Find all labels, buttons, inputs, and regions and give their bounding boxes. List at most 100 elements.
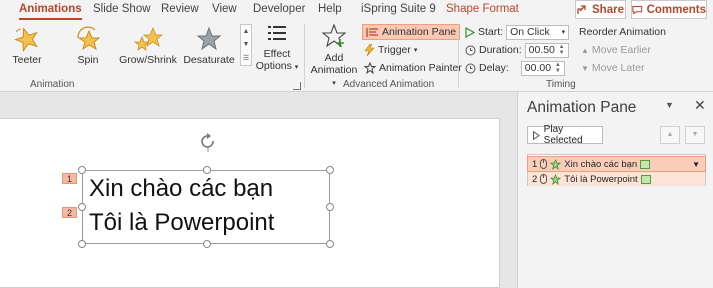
- animation-tag-1[interactable]: 1: [62, 173, 77, 184]
- teeter-star-icon: [14, 27, 38, 52]
- slide-text-line-1[interactable]: Xin chào các bạn: [89, 175, 273, 203]
- tab-view[interactable]: View: [212, 3, 237, 15]
- entrance-star-icon: [550, 173, 562, 185]
- effect-spin-label: Spin: [77, 54, 99, 66]
- effect-grow-shrink-label: Grow/Shrink: [119, 54, 177, 66]
- pane-title: Animation Pane: [527, 99, 637, 116]
- group-label-advanced-animation: Advanced Animation: [343, 79, 435, 90]
- effect-spin[interactable]: Spin: [58, 24, 118, 66]
- text-box[interactable]: Xin chào các bạn Tôi là Powerpoint: [78, 166, 334, 248]
- pane-options-chevron-icon[interactable]: ▼: [665, 100, 674, 110]
- resize-handle[interactable]: [326, 240, 334, 248]
- delay-row: Delay: 00.00 ▲ ▼: [465, 60, 565, 76]
- animation-pane-icon: [366, 27, 378, 37]
- slide-canvas[interactable]: 1 2 Xin chào các bạn Tôi là Powerpoint: [0, 118, 500, 288]
- item-label: Xin chào các bạn: [564, 158, 638, 170]
- rotate-handle-icon[interactable]: [198, 132, 218, 152]
- close-icon[interactable]: ✕: [694, 97, 706, 114]
- comments-button[interactable]: Comments: [631, 0, 707, 19]
- up-arrow-icon: ▲: [666, 131, 674, 138]
- resize-handle[interactable]: [203, 240, 211, 248]
- item-label: Tôi là Powerpoint: [564, 173, 638, 185]
- delay-input[interactable]: 00.00 ▲ ▼: [520, 60, 565, 76]
- animation-painter-label: Animation Painter: [379, 62, 462, 74]
- gallery-down-icon[interactable]: ▼: [243, 41, 250, 48]
- lightning-icon: [364, 44, 375, 56]
- tab-animations[interactable]: Animations: [19, 3, 82, 20]
- animation-list-item[interactable]: 2 Tôi là Powerpoint: [528, 172, 705, 186]
- start-select[interactable]: On Click ▾: [506, 24, 570, 40]
- move-later-button[interactable]: ▼ Move Later: [581, 60, 644, 76]
- animation-tag-2[interactable]: 2: [62, 207, 77, 218]
- chevron-down-icon: ▾: [561, 29, 566, 36]
- animation-pane-toggle[interactable]: Animation Pane: [362, 24, 461, 40]
- play-selected-label: Play Selected: [543, 124, 583, 146]
- duration-input[interactable]: 00.50 ▲ ▼: [524, 42, 569, 58]
- entrance-star-icon: [550, 158, 562, 170]
- effect-options-icon: [268, 26, 286, 40]
- move-up-button[interactable]: ▲: [660, 126, 680, 144]
- play-icon: [533, 130, 540, 140]
- timeline-bar[interactable]: [640, 159, 651, 169]
- item-dropdown-icon[interactable]: ▼: [692, 160, 700, 169]
- effect-grow-shrink[interactable]: Grow/Shrink: [118, 24, 178, 66]
- animation-pane-label: Animation Pane: [382, 26, 457, 38]
- effect-teeter[interactable]: Teeter: [0, 24, 57, 66]
- clock-icon: [465, 45, 476, 55]
- animation-dialog-launcher-icon[interactable]: [293, 82, 301, 90]
- up-arrow-icon: ▲: [581, 45, 589, 55]
- group-label-animation: Animation: [30, 79, 75, 90]
- tab-help[interactable]: Help: [318, 3, 342, 15]
- resize-handle[interactable]: [203, 166, 211, 174]
- effect-teeter-label: Teeter: [12, 54, 42, 66]
- share-button[interactable]: Share: [575, 0, 626, 19]
- chevron-down-icon: ▾: [332, 80, 336, 87]
- mouse-icon: [540, 159, 548, 169]
- effect-options-button[interactable]: Effect Options ▾: [254, 23, 300, 74]
- share-label: Share: [592, 3, 624, 16]
- move-earlier-label: Move Earlier: [591, 44, 651, 56]
- play-triangle-icon: [465, 26, 475, 38]
- delay-label: Delay:: [479, 62, 509, 74]
- tab-developer[interactable]: Developer: [253, 3, 305, 15]
- play-selected-button[interactable]: Play Selected: [527, 124, 603, 146]
- resize-handle[interactable]: [326, 166, 334, 174]
- move-down-button[interactable]: ▼: [685, 126, 705, 144]
- resize-handle[interactable]: [326, 203, 334, 211]
- trigger-button[interactable]: Trigger ▾: [364, 42, 417, 58]
- gallery-scrollbar[interactable]: ▲ ▼ ☰: [240, 24, 252, 66]
- delay-stepper-icon[interactable]: ▲ ▼: [555, 62, 561, 74]
- resize-handle[interactable]: [78, 203, 86, 211]
- add-animation-star-icon: [321, 23, 347, 48]
- effect-desaturate-label: Desaturate: [183, 54, 235, 66]
- chevron-down-icon: ▾: [413, 47, 418, 54]
- add-animation-label-2: Animation: [310, 64, 358, 76]
- tab-ispring[interactable]: iSpring Suite 9: [361, 3, 436, 15]
- start-label: Start:: [478, 26, 504, 38]
- group-divider: [304, 24, 305, 88]
- tab-review[interactable]: Review: [161, 3, 199, 15]
- move-earlier-button[interactable]: ▲ Move Earlier: [581, 42, 651, 58]
- animation-pane: Animation Pane ▼ ✕ Play Selected ▲ ▼ 1 X…: [517, 92, 713, 288]
- reorder-animation-label: Reorder Animation: [579, 26, 666, 38]
- chevron-down-icon: ▾: [294, 64, 299, 71]
- duration-row: Duration: 00.50 ▲ ▼: [465, 42, 569, 58]
- tab-slide-show[interactable]: Slide Show: [93, 3, 151, 15]
- tab-shape-format[interactable]: Shape Format: [446, 3, 519, 15]
- animation-painter-button[interactable]: Animation Painter: [364, 60, 462, 76]
- gallery-up-icon[interactable]: ▲: [243, 28, 250, 35]
- down-arrow-icon: ▼: [691, 131, 699, 138]
- animation-list-item[interactable]: 1 Xin chào các bạn ▼: [527, 156, 706, 172]
- slide-text-line-2[interactable]: Tôi là Powerpoint: [89, 209, 274, 237]
- duration-label: Duration:: [479, 44, 522, 56]
- painter-star-icon: [364, 62, 376, 74]
- resize-handle[interactable]: [78, 166, 86, 174]
- gallery-more-icon[interactable]: ☰: [243, 54, 249, 62]
- spin-star-icon: [77, 26, 101, 51]
- animation-list: 1 Xin chào các bạn ▼ 2 Tôi là Powerpoint: [527, 154, 706, 186]
- trigger-label: Trigger: [378, 44, 411, 56]
- timeline-bar[interactable]: [640, 174, 651, 184]
- effect-desaturate[interactable]: Desaturate: [179, 24, 239, 66]
- resize-handle[interactable]: [78, 240, 86, 248]
- duration-stepper-icon[interactable]: ▲ ▼: [559, 44, 565, 56]
